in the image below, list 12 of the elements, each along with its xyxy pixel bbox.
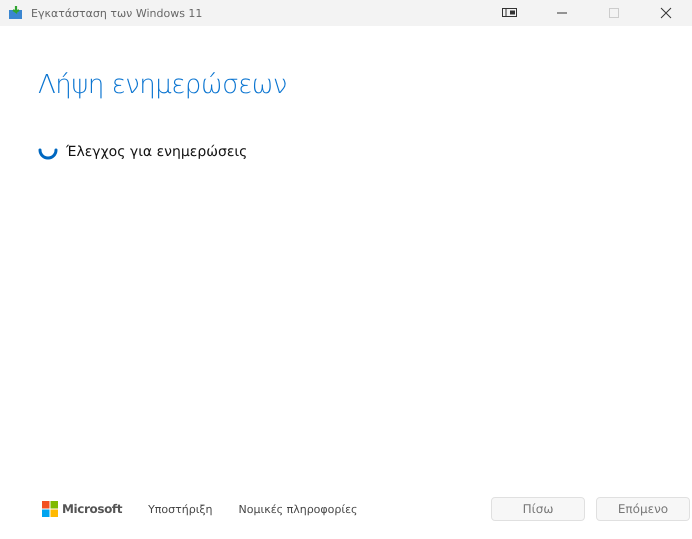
microsoft-logo-icon xyxy=(42,501,58,517)
loading-spinner-icon xyxy=(38,148,58,160)
footer-link[interactable]: Υποστήριξη xyxy=(148,502,213,516)
maximize-icon xyxy=(608,7,620,19)
footer-link[interactable]: Νομικές πληροφορίες xyxy=(238,502,358,516)
close-icon xyxy=(660,7,672,19)
page-heading: Λήψη ενημερώσεων xyxy=(38,70,288,100)
snap-layout-icon xyxy=(502,7,518,19)
setup-icon xyxy=(8,5,24,21)
window-title: Εγκατάσταση των Windows 11 xyxy=(31,6,202,20)
status-text: Έλεγχος για ενημερώσεις xyxy=(66,144,248,160)
brand-name: Microsoft xyxy=(62,502,122,516)
